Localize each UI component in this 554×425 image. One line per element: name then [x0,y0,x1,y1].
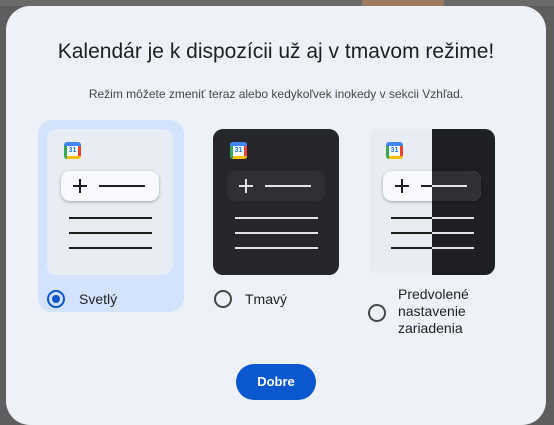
option-label-light: Svetlý [79,291,118,307]
theme-option-device[interactable]: 31 Predvolené nastavenie zariadenia [360,120,506,336]
preview-create-button [61,171,159,201]
radio-light[interactable] [47,290,65,308]
dialog-subtitle: Režim môžete zmeniť teraz alebo kedykoľv… [88,87,464,101]
preview-line [69,232,152,234]
google-calendar-icon: 31 [230,142,247,159]
calendar-icon-number: 31 [68,147,77,154]
option-label-device-line: Predvolené [398,286,469,302]
radio-device[interactable] [368,304,386,322]
preview-line [235,217,318,219]
google-calendar-icon: 31 [64,142,81,159]
option-label-device-line: zariadenia [398,320,463,336]
google-calendar-icon: 31 [386,142,403,159]
preview-line [69,247,152,249]
dark-mode-dialog: Kalendár je k dispozícii už aj v tmavom … [6,6,546,425]
theme-option-dark[interactable]: 31 Tmavý [204,120,350,312]
plus-icon [239,179,253,193]
ok-button[interactable]: Dobre [236,364,316,400]
calendar-icon-number: 31 [390,147,399,154]
preview-line [235,232,318,234]
option-label-dark: Tmavý [245,291,287,307]
preview-text-line [265,185,311,187]
preview-line [69,217,152,219]
preview-dark-half [432,129,495,275]
radio-dark[interactable] [214,290,232,308]
dark-theme-preview: 31 [213,129,339,275]
option-label-device-line: nastavenie [398,303,466,319]
preview-create-button [227,171,325,201]
light-theme-preview: 31 [47,129,173,275]
preview-line [432,232,474,234]
plus-icon [395,179,409,193]
preview-create-button [432,171,481,201]
preview-line [432,247,474,249]
preview-line [432,217,474,219]
plus-icon [73,179,87,193]
preview-line [235,247,318,249]
device-theme-preview: 31 [369,129,495,275]
calendar-icon-number: 31 [234,147,243,154]
preview-text-line [432,185,467,187]
dialog-title: Kalendár je k dispozícii už aj v tmavom … [57,40,495,63]
preview-text-line [99,185,145,187]
option-label-device: Predvolené nastavenie zariadenia [398,286,469,337]
theme-option-light[interactable]: 31 Svetlý [38,120,184,312]
